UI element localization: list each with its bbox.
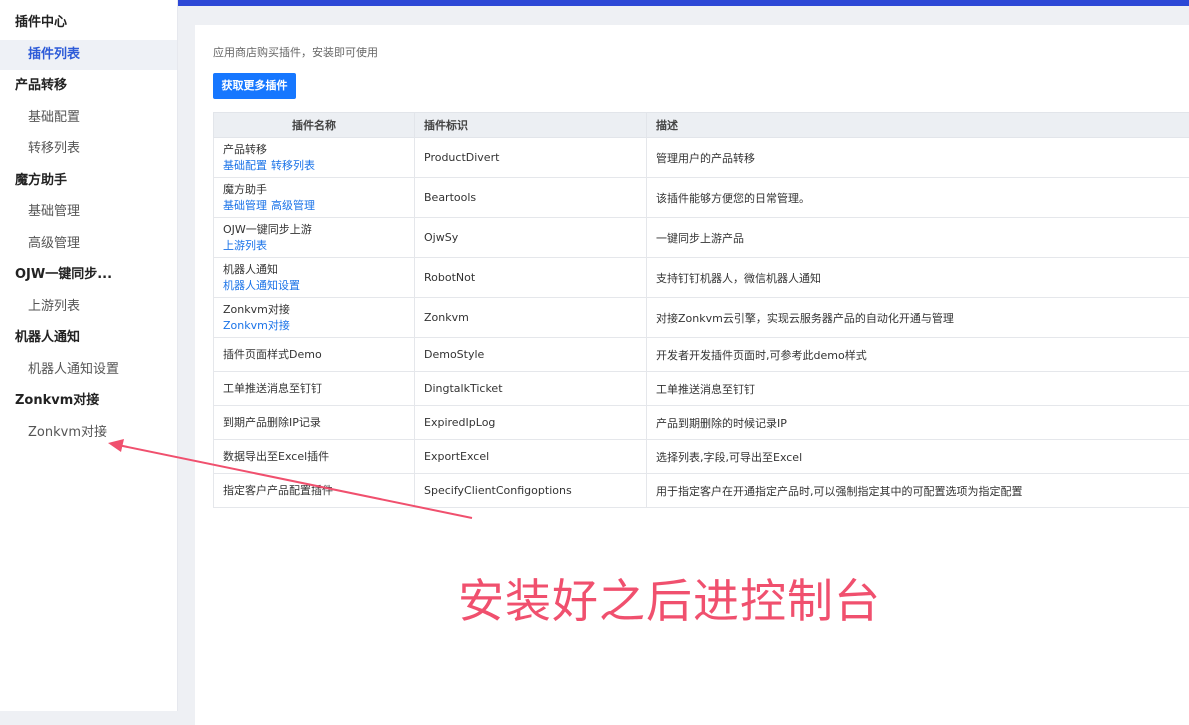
annotation-text: 安装好之后进控制台 — [458, 565, 881, 631]
annotation-arrow-head — [108, 439, 124, 452]
annotation-arrow-line — [118, 445, 472, 518]
